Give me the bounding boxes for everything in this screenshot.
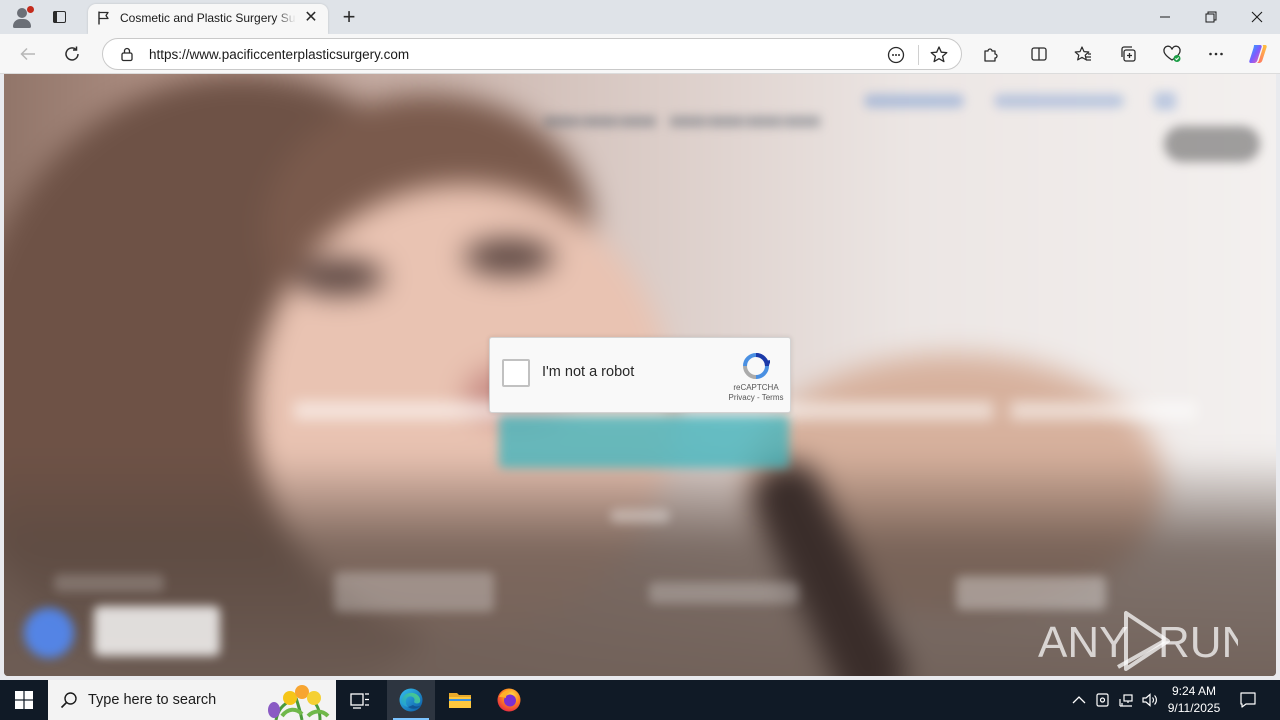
- window-close-button[interactable]: [1234, 0, 1280, 34]
- recaptcha-links-separator: -: [754, 393, 762, 402]
- copilot-icon: [1249, 45, 1267, 63]
- browser-essentials-button[interactable]: [1160, 42, 1184, 66]
- restore-icon: [1205, 11, 1217, 23]
- blurred-site-logo: ▬▬▬ ▬▬▬▬: [544, 94, 823, 135]
- recaptcha-label[interactable]: I'm not a robot: [542, 364, 634, 380]
- anyrun-text-right: RUN: [1158, 618, 1238, 667]
- recaptcha-terms-link[interactable]: Terms: [762, 393, 784, 402]
- taskbar-file-explorer-button[interactable]: [436, 680, 484, 720]
- anyrun-watermark-logo: ANY RUN: [1038, 611, 1238, 671]
- new-tab-button[interactable]: +: [338, 6, 360, 28]
- taskbar-search-box[interactable]: Type here to search: [48, 680, 336, 720]
- address-bar-divider: [918, 45, 919, 65]
- split-screen-button[interactable]: [1027, 42, 1051, 66]
- heart-pulse-icon: [1163, 45, 1181, 62]
- anyrun-text-left: ANY: [1038, 618, 1128, 667]
- folder-icon: [449, 693, 471, 708]
- url-text[interactable]: https://www.pacificcenterplasticsurgery.…: [149, 47, 409, 62]
- favorites-icon: [1074, 46, 1091, 61]
- restore-button[interactable]: [1188, 0, 1234, 34]
- network-icon: [1119, 694, 1133, 707]
- notification-center-button[interactable]: [1232, 680, 1264, 720]
- favorites-button[interactable]: [1071, 42, 1095, 66]
- recaptcha-widget: I'm not a robot reCAPTCHA Privacy - Term…: [489, 337, 791, 413]
- blurred-cta-button: [499, 416, 789, 468]
- tray-volume-button[interactable]: [1139, 680, 1161, 720]
- tray-network-button[interactable]: [1115, 680, 1137, 720]
- refresh-button[interactable]: [60, 42, 84, 66]
- puzzle-icon: [984, 48, 998, 62]
- browser-toolbar: https://www.pacificcenterplasticsurgery.…: [0, 34, 1280, 74]
- collections-icon: [1121, 46, 1136, 62]
- speaker-icon: [1142, 693, 1157, 707]
- minimize-icon: [1160, 16, 1170, 18]
- tab-strip: Cosmetic and Plastic Surgery Surgeon ✕ +: [0, 0, 1280, 34]
- blurred-nav-link: [994, 94, 1124, 108]
- blurred-nav-icon: [1154, 92, 1176, 110]
- tab-title: Cosmetic and Plastic Surgery Surgeon: [120, 11, 296, 25]
- blurred-accessibility-card: [94, 606, 220, 656]
- recaptcha-brand: reCAPTCHA: [733, 383, 779, 392]
- task-view-button[interactable]: [336, 680, 384, 720]
- blurred-chat-bubble: [24, 608, 74, 658]
- minimize-button[interactable]: [1142, 0, 1188, 34]
- star-icon[interactable]: [929, 45, 949, 65]
- chevron-up-icon: [1072, 696, 1086, 704]
- read-aloud-icon[interactable]: [887, 46, 905, 64]
- taskbar-search-placeholder: Type here to search: [88, 692, 217, 708]
- blurred-nav-link: [864, 94, 964, 108]
- tray-meet-now-button[interactable]: [1092, 680, 1114, 720]
- tab-close-icon[interactable]: ✕: [303, 10, 319, 26]
- address-bar[interactable]: https://www.pacificcenterplasticsurgery.…: [102, 38, 962, 70]
- task-view-icon: [350, 693, 369, 709]
- windows-logo-icon: [15, 691, 33, 709]
- clock-date: 9/11/2025: [1167, 701, 1221, 715]
- recaptcha-links: Privacy - Terms: [718, 393, 794, 402]
- arrow-left-icon: [20, 47, 35, 61]
- blurred-badge: [649, 582, 799, 604]
- copilot-button[interactable]: [1246, 42, 1270, 66]
- blurred-badge: [334, 572, 494, 612]
- extensions-button[interactable]: [979, 42, 1003, 66]
- refresh-icon: [65, 46, 79, 61]
- search-highlight-flowers-icon: [268, 685, 330, 720]
- firefox-icon: [497, 688, 521, 712]
- search-icon: [60, 692, 77, 709]
- lock-icon[interactable]: [119, 46, 135, 62]
- blurred-badge: [54, 574, 164, 592]
- show-hidden-icons-button[interactable]: [1068, 680, 1090, 720]
- back-button[interactable]: [16, 42, 40, 66]
- more-horizontal-icon: [1209, 52, 1223, 56]
- flag-icon: [98, 11, 109, 25]
- tab-actions-icon[interactable]: [50, 8, 68, 26]
- start-button[interactable]: [0, 680, 48, 720]
- taskbar-clock[interactable]: 9:24 AM 9/11/2025: [1160, 683, 1228, 717]
- blurred-caption: [610, 509, 670, 523]
- close-icon: [1251, 11, 1263, 23]
- recaptcha-checkbox[interactable]: [502, 359, 530, 387]
- blurred-badge: [956, 576, 1106, 610]
- camera-icon: [1096, 693, 1109, 707]
- collections-button[interactable]: [1116, 42, 1140, 66]
- recaptcha-privacy-link[interactable]: Privacy: [729, 393, 755, 402]
- clock-time: 9:24 AM: [1171, 684, 1217, 698]
- settings-more-button[interactable]: [1204, 42, 1228, 66]
- taskbar-firefox-button[interactable]: [485, 680, 533, 720]
- web-content: ▬▬▬ ▬▬▬▬ ▬▬▬▬▬▬ ▬▬▬▬▬ ▬▬▬ I'm not a robo…: [4, 74, 1276, 676]
- profile-icon[interactable]: [10, 5, 34, 29]
- edge-browser-icon: [399, 688, 423, 712]
- notification-icon: [1240, 692, 1256, 708]
- recaptcha-logo-icon: [743, 353, 770, 379]
- active-tab[interactable]: Cosmetic and Plastic Surgery Surgeon ✕: [88, 4, 328, 34]
- taskbar-edge-button[interactable]: [387, 680, 435, 720]
- split-screen-icon: [1031, 47, 1047, 61]
- windows-taskbar: Type here to search 9:24 AM 9/11/2025: [0, 680, 1280, 720]
- blurred-header-button: [1164, 126, 1260, 162]
